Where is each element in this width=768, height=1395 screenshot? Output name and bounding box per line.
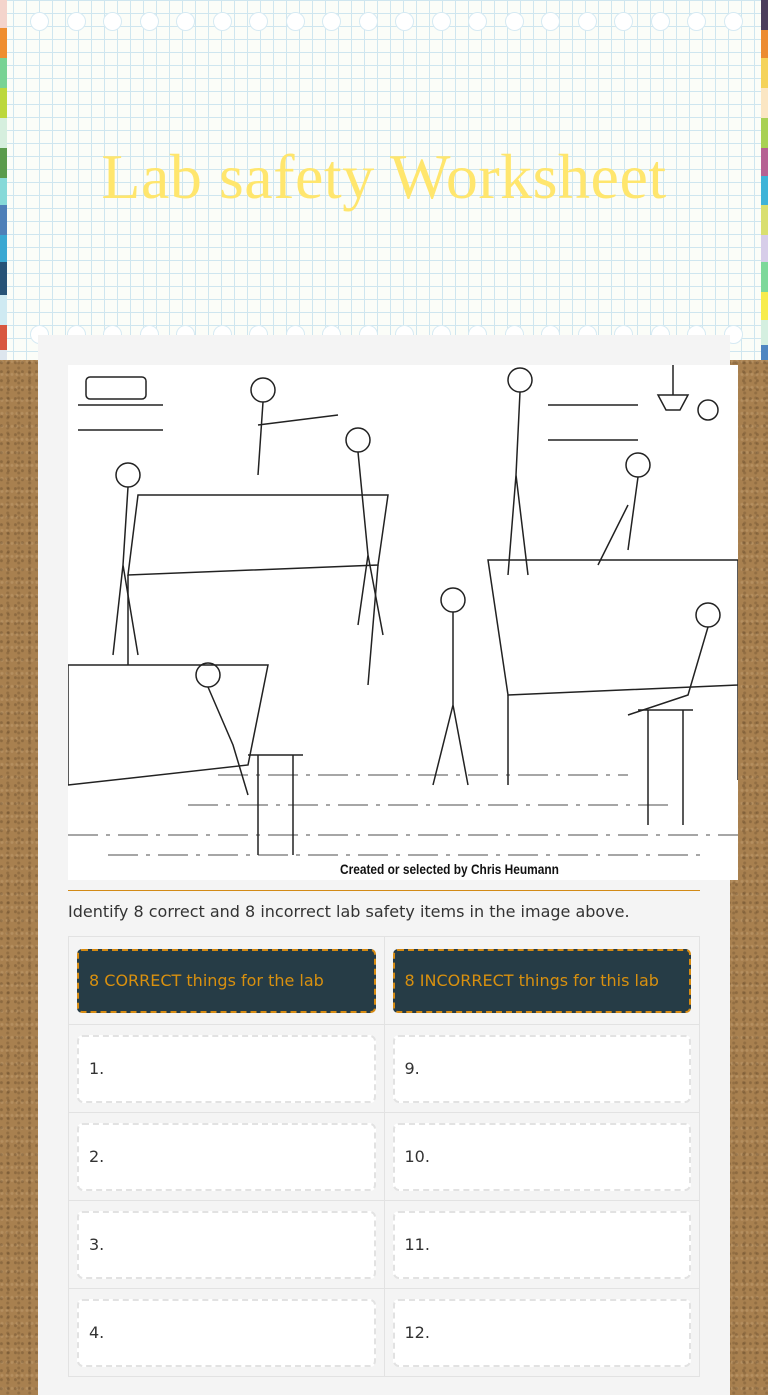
header-banner: Lab safety Worksheet xyxy=(0,0,768,360)
table-row: 4. 12. xyxy=(68,1288,700,1377)
answer-field-2[interactable]: 2. xyxy=(77,1122,376,1191)
lab-scene-drawing xyxy=(68,365,738,856)
correct-column-header: 8 CORRECT things for the lab xyxy=(77,948,376,1013)
section-divider xyxy=(68,890,700,891)
lab-illustration: Created or selected by Chris Heumann xyxy=(68,365,738,880)
answer-table: 8 CORRECT things for the lab 8 INCORRECT… xyxy=(68,936,700,1377)
worksheet-title: Lab safety Worksheet xyxy=(101,141,667,212)
answer-field-11[interactable]: 11. xyxy=(392,1210,691,1279)
answer-field-12[interactable]: 12. xyxy=(392,1298,691,1367)
table-row: 3. 11. xyxy=(68,1200,700,1289)
table-header-row: 8 CORRECT things for the lab 8 INCORRECT… xyxy=(68,936,700,1025)
incorrect-column-header: 8 INCORRECT things for this lab xyxy=(392,948,691,1013)
answer-field-3[interactable]: 3. xyxy=(77,1210,376,1279)
worksheet-panel: Created or selected by Chris Heumann Ide… xyxy=(38,335,738,1395)
answer-field-10[interactable]: 10. xyxy=(392,1122,691,1191)
table-row: 2. 10. xyxy=(68,1112,700,1201)
answer-field-9[interactable]: 9. xyxy=(392,1034,691,1103)
answer-field-1[interactable]: 1. xyxy=(77,1034,376,1103)
image-caption: Created or selected by Chris Heumann xyxy=(340,861,559,877)
answer-field-4[interactable]: 4. xyxy=(77,1298,376,1367)
table-row: 1. 9. xyxy=(68,1024,700,1113)
instructions-text: Identify 8 correct and 8 incorrect lab s… xyxy=(68,902,630,921)
binder-holes-top xyxy=(30,12,748,32)
